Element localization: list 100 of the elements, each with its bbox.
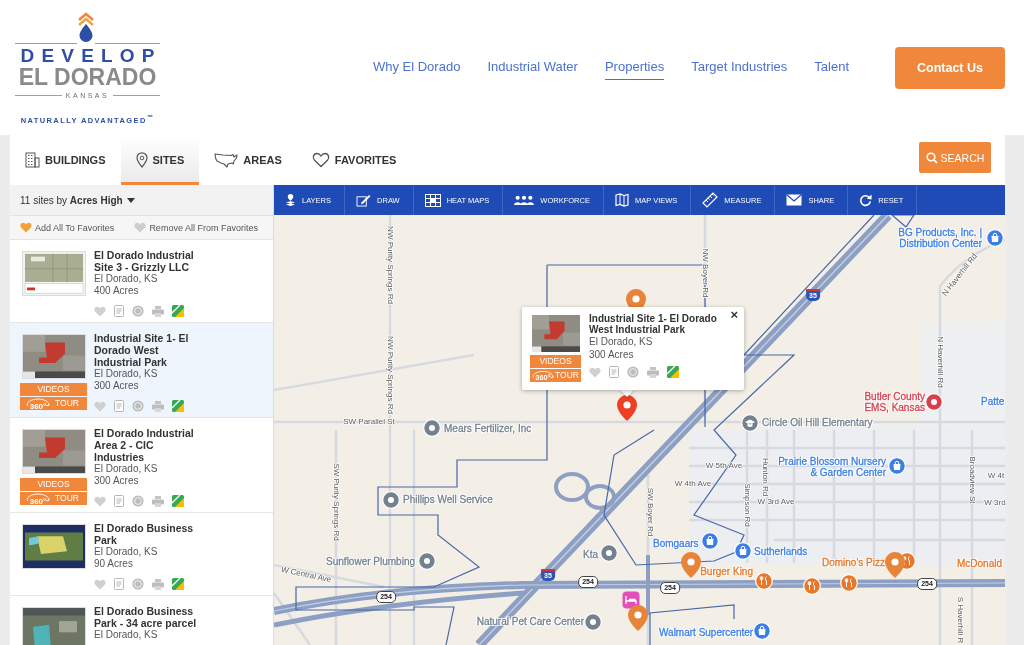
place-label[interactable]: Phillips Well Service: [403, 494, 493, 505]
printer-icon[interactable]: [152, 305, 164, 317]
site-location: El Dorado, KS: [94, 463, 159, 475]
tour-button[interactable]: 360° TOUR: [20, 492, 87, 505]
us-map-icon: [214, 152, 239, 168]
printer-icon[interactable]: [647, 366, 659, 378]
printer-icon[interactable]: [152, 495, 164, 507]
place-label[interactable]: Circle Oil Hill Elementary: [762, 417, 873, 428]
nav-link[interactable]: Industrial Water: [487, 55, 578, 80]
people-icon: [514, 194, 535, 206]
nav-link[interactable]: Why El Dorado: [372, 55, 461, 80]
printer-icon[interactable]: [152, 578, 164, 590]
place-label[interactable]: Sutherlands: [754, 546, 808, 557]
shopping-bag-icon[interactable]: [986, 229, 1004, 247]
shopping-bag-icon[interactable]: [734, 542, 752, 560]
seal-icon[interactable]: [132, 495, 144, 507]
place-pin-icon[interactable]: [584, 613, 602, 631]
heart-icon[interactable]: [94, 578, 106, 590]
nav-link[interactable]: Talent: [814, 55, 849, 80]
videos-button[interactable]: VIDEOS: [20, 478, 87, 491]
seal-icon[interactable]: [132, 305, 144, 317]
printer-icon[interactable]: [152, 400, 164, 412]
place-label[interactable]: Sunflower Plumbing: [326, 556, 415, 567]
map-marker-icon[interactable]: [681, 552, 701, 578]
place-label[interactable]: Prairie Blossom Nursery & Garden Center: [774, 456, 886, 478]
place-pin-icon[interactable]: [925, 393, 943, 411]
nav-link[interactable]: Properties: [604, 55, 665, 80]
document-icon[interactable]: [114, 578, 124, 590]
videos-button[interactable]: VIDEOS: [20, 383, 87, 396]
map-marker-icon[interactable]: [885, 552, 905, 578]
shopping-bag-icon[interactable]: [753, 622, 771, 640]
flyer-photo: [22, 525, 85, 568]
document-icon[interactable]: [114, 400, 124, 412]
videos-button[interactable]: VIDEOS: [530, 355, 581, 368]
search-button[interactable]: SEARCH: [919, 142, 991, 173]
fork-knife-icon[interactable]: [840, 574, 858, 592]
road-label: SW Boyer Rd: [645, 487, 655, 537]
contact-button[interactable]: Contact Us: [895, 46, 1005, 89]
road-label: Simpson Rd: [742, 483, 752, 527]
shopping-bag-icon[interactable]: [701, 532, 719, 550]
heart-icon[interactable]: [589, 366, 601, 378]
shopping-bag-icon[interactable]: [888, 457, 906, 475]
heart-icon[interactable]: [94, 305, 106, 317]
document-icon[interactable]: [114, 495, 124, 507]
map-tile-icon[interactable]: [172, 578, 184, 590]
document-icon[interactable]: [114, 305, 124, 317]
fork-knife-icon[interactable]: [755, 572, 773, 590]
seal-icon[interactable]: [132, 400, 144, 412]
site-list-item[interactable]: VIDEOS 360° TOUR Industrial Site 1- El Dorado West Industrial Park El Dorado, KS 300 Acres: [10, 323, 273, 418]
tab[interactable]: FAVORITES: [296, 135, 412, 185]
place-label[interactable]: BG Products, Inc. | Distribution Center: [886, 227, 982, 249]
place-pin-icon[interactable]: [600, 544, 618, 562]
map-tile-icon[interactable]: [667, 366, 679, 378]
place-label[interactable]: Patte: [981, 396, 1005, 407]
road-label: NW Boyer Rd: [700, 248, 710, 298]
sort-dropdown[interactable]: 11 sites by Acres High: [20, 194, 135, 206]
place-label[interactable]: Butler County EMS, Kansas: [855, 391, 925, 413]
tab[interactable]: AREAS: [199, 135, 297, 185]
site-size: 300 Acres: [94, 475, 140, 487]
tab[interactable]: BUILDINGS: [10, 135, 121, 185]
tour-button[interactable]: 360° TOUR: [20, 397, 87, 410]
place-label[interactable]: Bomgaars: [653, 538, 699, 549]
road-label: NW Purity Springs Rd: [385, 336, 395, 414]
heart-icon[interactable]: [94, 495, 106, 507]
aerial-photo: [22, 430, 85, 473]
place-label[interactable]: Walmart Supercenter: [659, 627, 754, 638]
site-location: El Dorado, KS: [94, 546, 159, 558]
road-label: NW Purity Springs Rd: [385, 226, 395, 304]
place-pin-icon[interactable]: [382, 491, 400, 509]
map-marker-icon[interactable]: [617, 395, 637, 421]
place-pin-icon[interactable]: [423, 419, 441, 437]
site-title: El Dorado Industrial Site 3 - Grizzly LLC: [94, 249, 195, 273]
layers-icon: [285, 193, 296, 207]
caret-icon: [126, 197, 135, 203]
seal-icon[interactable]: [132, 578, 144, 590]
place-label[interactable]: Mears Fertilizer, Inc: [444, 423, 532, 434]
place-label[interactable]: Burger King: [700, 566, 753, 577]
seal-icon[interactable]: [627, 366, 639, 378]
building-icon: [25, 152, 40, 168]
graduation-cap-icon[interactable]: [741, 414, 759, 432]
place-label[interactable]: McDonald: [957, 558, 1003, 569]
map-tile-icon[interactable]: [172, 400, 184, 412]
map-tile-icon[interactable]: [172, 305, 184, 317]
fork-knife-icon[interactable]: [803, 577, 821, 595]
folded-map-icon: [614, 193, 629, 207]
document-icon[interactable]: [609, 366, 619, 378]
remove-all-favorites-link[interactable]: Remove All From Favorites: [134, 222, 258, 233]
place-pin-icon[interactable]: [418, 552, 436, 570]
site-title: El Dorado Industrial Area 2 - CIC Industries: [94, 427, 195, 463]
map-tile-icon[interactable]: [172, 495, 184, 507]
place-label[interactable]: Kta: [583, 549, 598, 560]
tour-button[interactable]: 360° TOUR: [530, 369, 581, 382]
nav-link[interactable]: Target Industries: [691, 55, 788, 80]
logo-drop-icon: [15, 11, 160, 46]
close-button[interactable]: ×: [728, 308, 740, 322]
add-all-favorites-link[interactable]: Add All To Favorites: [20, 222, 115, 233]
road-label: SW Parallel St: [343, 417, 395, 427]
place-label[interactable]: Domino's Pizz: [821, 557, 885, 568]
map-marker-icon[interactable]: [628, 605, 648, 631]
road-label: W 5th Ave: [705, 461, 743, 471]
